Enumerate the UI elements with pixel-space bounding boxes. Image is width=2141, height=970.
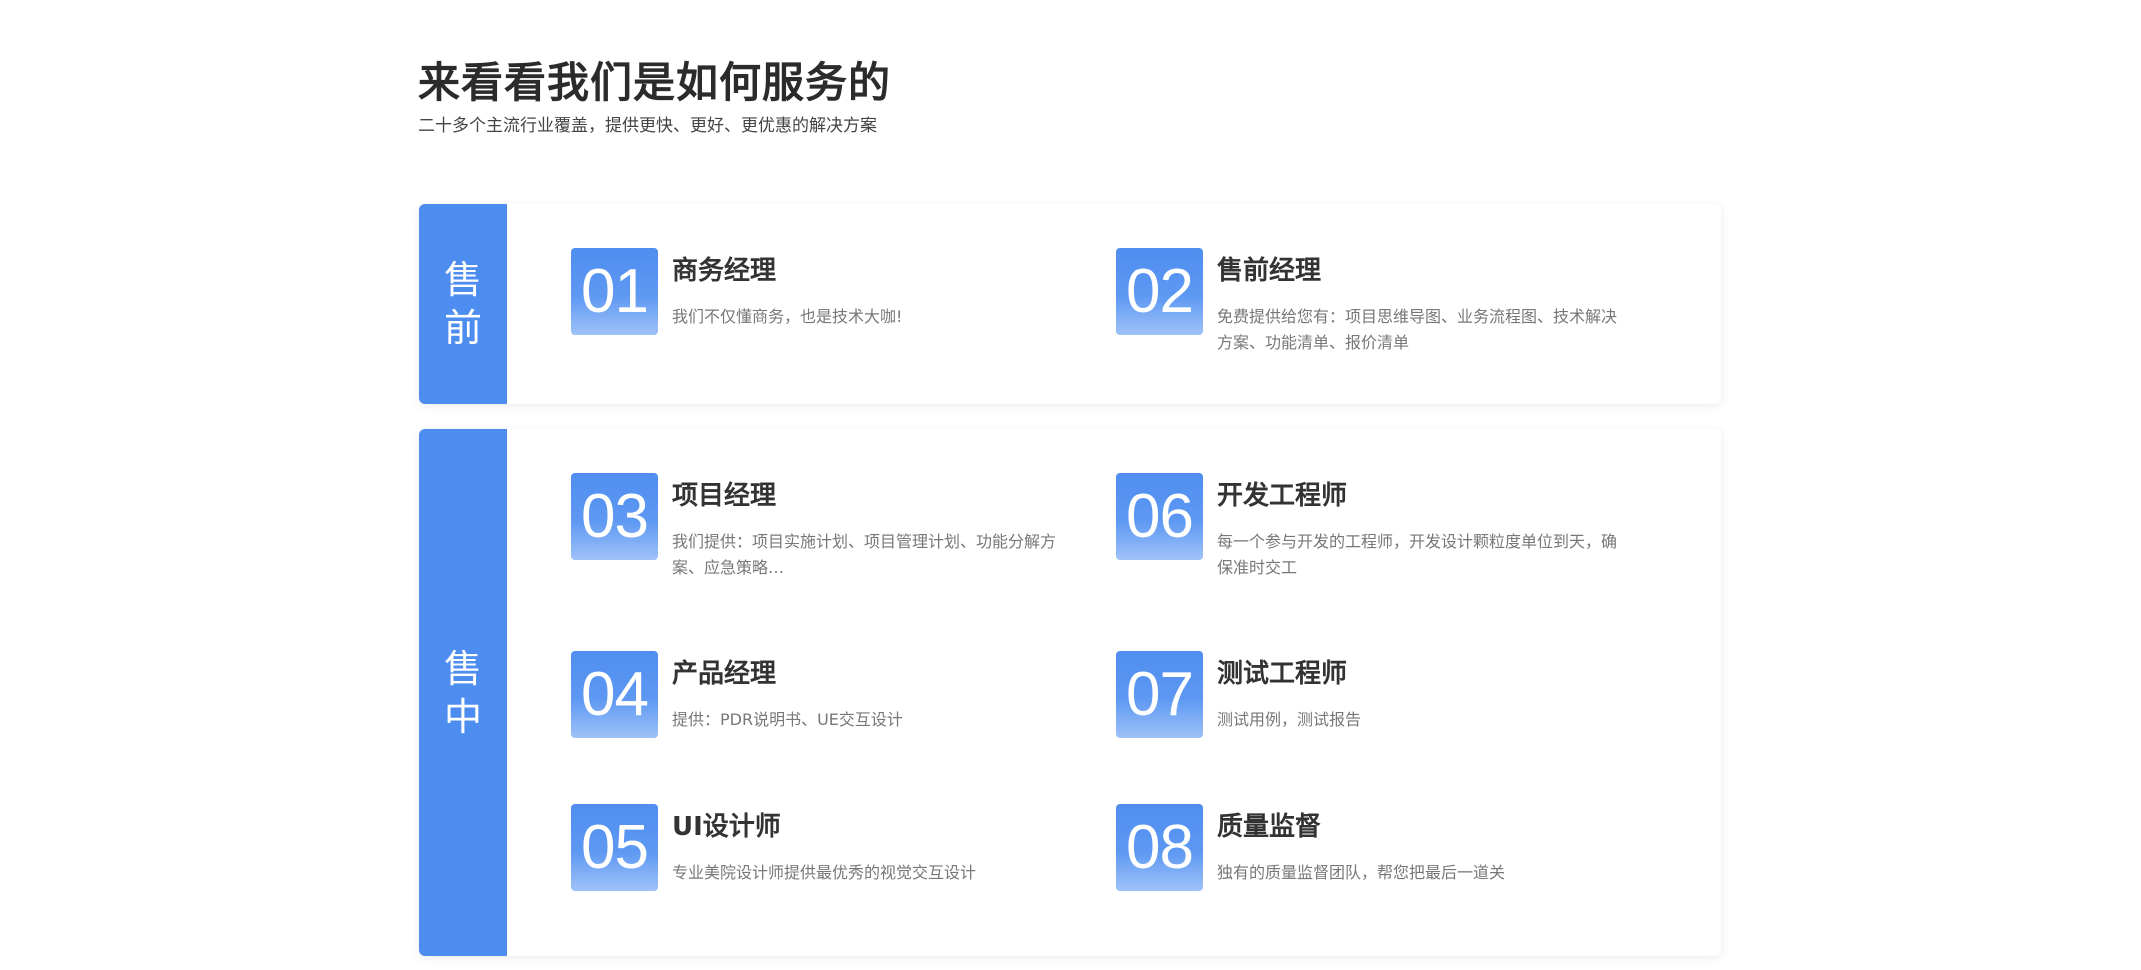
service-card-quality-supervision: 08 质量监督 独有的质量监督团队，帮您把最后一道关 <box>1116 804 1636 924</box>
card-title: UI设计师 <box>672 812 781 842</box>
card-title: 项目经理 <box>672 481 777 511</box>
insale-stage-label: 售中 <box>443 646 482 739</box>
number-badge: 07 <box>1116 651 1203 738</box>
card-description: 每一个参与开发的工程师，开发设计颗粒度单位到天，确保准时交工 <box>1217 532 1618 577</box>
number-badge: 06 <box>1116 473 1203 560</box>
number-badge: 08 <box>1116 804 1203 891</box>
card-description: 独有的质量监督团队，帮您把最后一道关 <box>1217 863 1506 882</box>
card-title: 质量监督 <box>1217 812 1322 842</box>
card-description: 提供：PDR说明书、UE交互设计 <box>672 710 903 729</box>
page-title: 来看看我们是如何服务的 <box>418 58 892 107</box>
presale-stage-bar: 售前 <box>419 204 507 404</box>
card-description: 我们提供：项目实施计划、项目管理计划、功能分解方案、应急策略… <box>672 532 1057 577</box>
service-card-product-manager: 04 产品经理 提供：PDR说明书、UE交互设计 <box>571 651 1091 771</box>
service-card-business-manager: 01 商务经理 我们不仅懂商务，也是技术大咖! <box>571 248 1091 368</box>
card-title: 测试工程师 <box>1217 659 1348 689</box>
card-description: 测试用例，测试报告 <box>1217 710 1362 729</box>
service-card-developer: 06 开发工程师 每一个参与开发的工程师，开发设计颗粒度单位到天，确保准时交工 <box>1116 473 1636 593</box>
card-title: 售前经理 <box>1217 256 1322 286</box>
page-subtitle: 二十多个主流行业覆盖，提供更快、更好、更优惠的解决方案 <box>418 116 877 136</box>
card-description: 免费提供给您有：项目思维导图、业务流程图、技术解决方案、功能清单、报价清单 <box>1217 307 1618 352</box>
service-section: 来看看我们是如何服务的 二十多个主流行业覆盖，提供更快、更好、更优惠的解决方案 … <box>0 0 2141 970</box>
section-header: 来看看我们是如何服务的 二十多个主流行业覆盖，提供更快、更好、更优惠的解决方案 <box>418 56 891 138</box>
card-title: 产品经理 <box>672 659 777 689</box>
card-description: 专业美院设计师提供最优秀的视觉交互设计 <box>672 863 977 882</box>
service-card-test-engineer: 07 测试工程师 测试用例，测试报告 <box>1116 651 1636 771</box>
number-badge: 05 <box>571 804 658 891</box>
service-card-ui-designer: 05 UI设计师 专业美院设计师提供最优秀的视觉交互设计 <box>571 804 1091 924</box>
number-badge: 02 <box>1116 248 1203 335</box>
service-card-presale-manager: 02 售前经理 免费提供给您有：项目思维导图、业务流程图、技术解决方案、功能清单… <box>1116 248 1636 368</box>
presale-stage-label: 售前 <box>443 258 482 350</box>
insale-panel: 售中 03 项目经理 我们提供：项目实施计划、项目管理计划、功能分解方案、应急策… <box>419 429 1721 956</box>
number-badge: 04 <box>571 651 658 738</box>
insale-stage-bar: 售中 <box>419 429 507 956</box>
card-description: 我们不仅懂商务，也是技术大咖! <box>672 307 903 326</box>
presale-panel: 售前 01 商务经理 我们不仅懂商务，也是技术大咖! 02 售前经理 免费提供给… <box>419 204 1721 404</box>
number-badge: 03 <box>571 473 658 560</box>
card-title: 商务经理 <box>672 256 777 286</box>
card-title: 开发工程师 <box>1217 481 1348 511</box>
number-badge: 01 <box>571 248 658 335</box>
service-card-project-manager: 03 项目经理 我们提供：项目实施计划、项目管理计划、功能分解方案、应急策略… <box>571 473 1091 593</box>
